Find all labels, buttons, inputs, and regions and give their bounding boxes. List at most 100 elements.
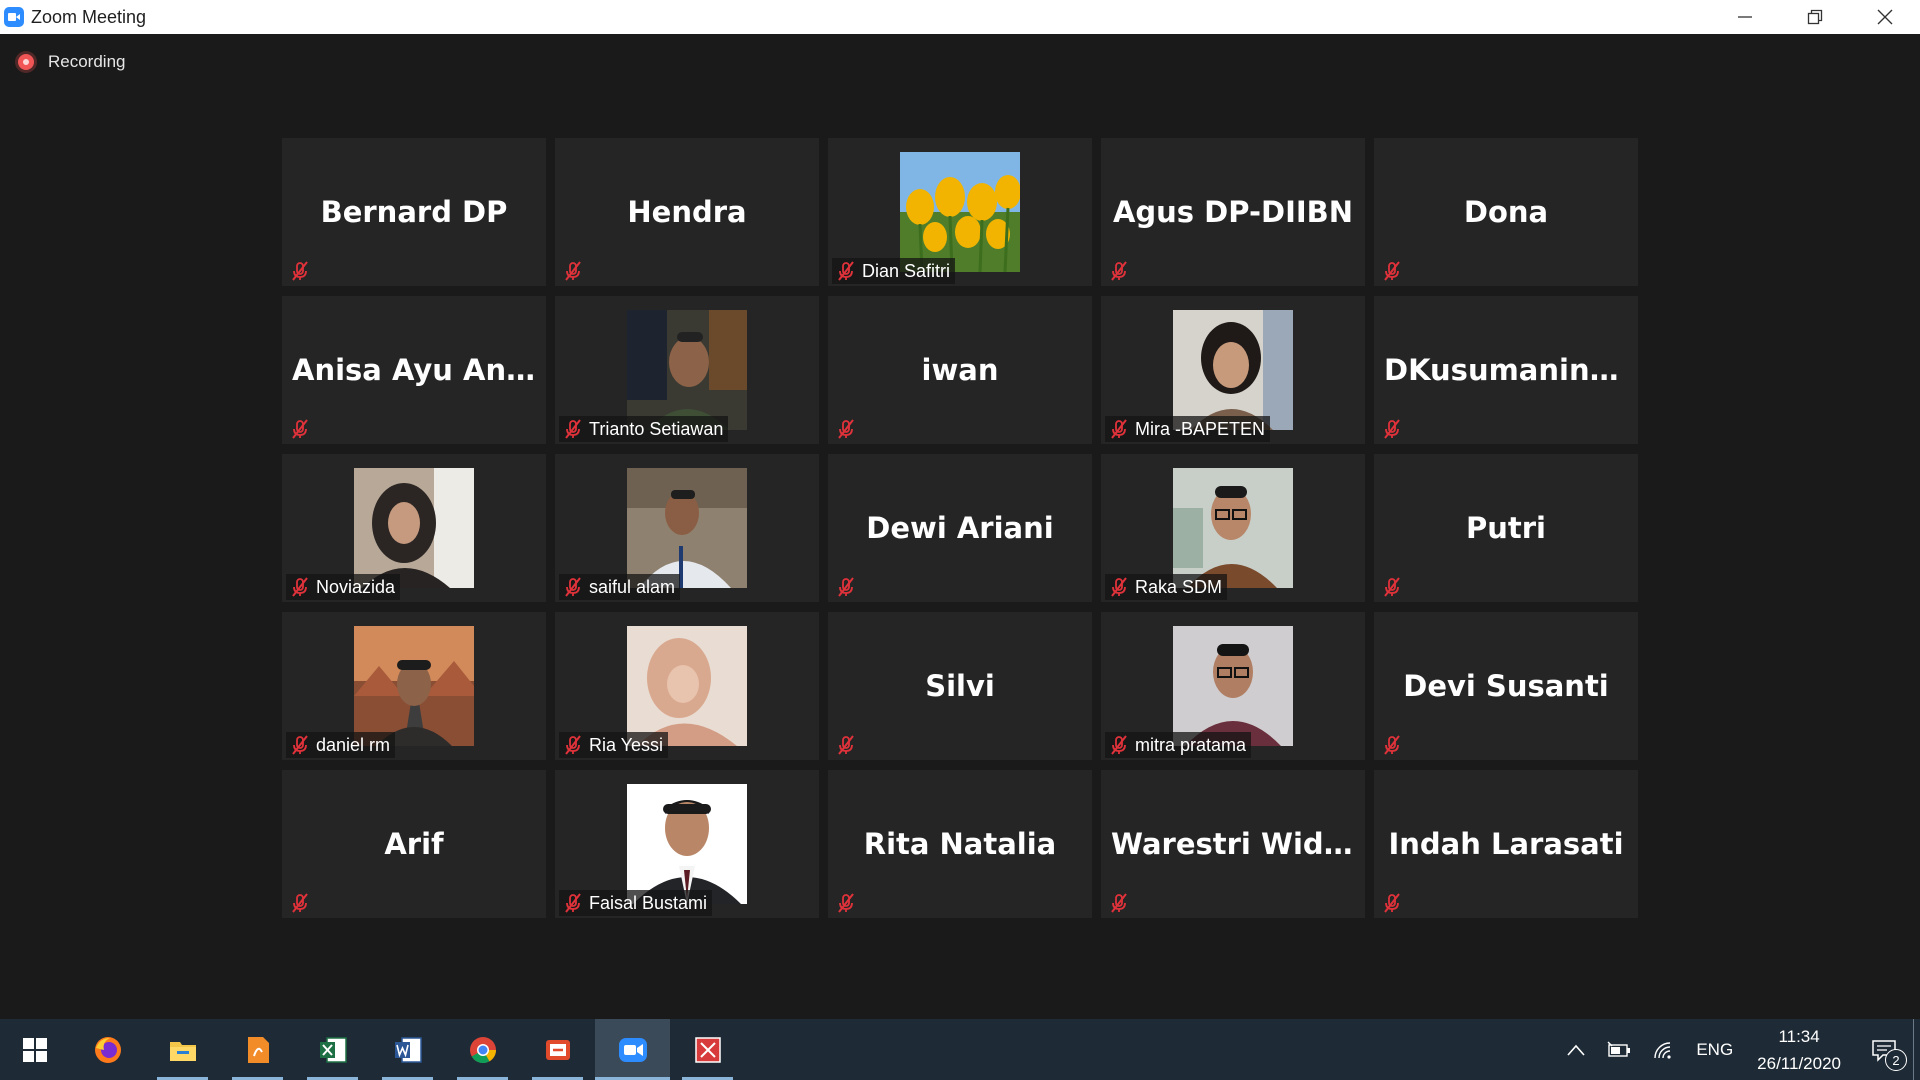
language-indicator[interactable]: ENG — [1686, 1019, 1743, 1080]
participant-tile[interactable]: saiful alam — [555, 454, 819, 602]
taskbar-snipping-button[interactable] — [670, 1019, 745, 1080]
muted-microphone-icon — [1111, 419, 1127, 439]
taskbar-office-button[interactable] — [520, 1019, 595, 1080]
participant-tile[interactable]: Faisal Bustami — [555, 770, 819, 918]
close-button[interactable] — [1850, 0, 1920, 34]
participant-tile[interactable]: Raka SDM — [1101, 454, 1365, 602]
muted-microphone-icon — [838, 261, 854, 281]
participant-tile[interactable]: Rita Natalia — [828, 770, 1092, 918]
windows-taskbar: ENG 11:34 26/11/2020 2 — [0, 1019, 1920, 1080]
participant-footer: Mira -BAPETEN — [1105, 416, 1271, 442]
taskbar-excel-button[interactable] — [295, 1019, 370, 1080]
battery-button[interactable] — [1596, 1019, 1642, 1080]
taskbar-word-button[interactable] — [370, 1019, 445, 1080]
participant-footer: Noviazida — [286, 574, 401, 600]
participant-video — [627, 310, 747, 430]
muted-microphone-icon — [838, 735, 854, 755]
participant-footer: mitra pratama — [1105, 732, 1252, 758]
participant-tile[interactable]: Putri — [1374, 454, 1638, 602]
restore-icon — [1807, 9, 1823, 25]
participant-name-label: Mira -BAPETEN — [1135, 418, 1266, 439]
participant-tile[interactable]: Dian Safitri — [828, 138, 1092, 286]
recording-indicator[interactable]: Recording — [18, 52, 126, 72]
participant-video — [1173, 626, 1293, 746]
participant-tile[interactable]: DKusumaningt... — [1374, 296, 1638, 444]
clock[interactable]: 11:34 26/11/2020 — [1743, 1023, 1855, 1077]
muted-microphone-icon — [1384, 577, 1400, 597]
participant-tile[interactable]: Silvi — [828, 612, 1092, 760]
muted-microphone-icon — [1111, 893, 1127, 913]
office-icon — [545, 1039, 570, 1060]
taskbar-firefox-button[interactable] — [70, 1019, 145, 1080]
participant-tile[interactable]: Mira -BAPETEN — [1101, 296, 1365, 444]
firefox-icon — [94, 1036, 121, 1063]
window-titlebar: Zoom Meeting — [0, 0, 1920, 34]
taskbar-file-explorer-button[interactable] — [145, 1019, 220, 1080]
show-hidden-icons-button[interactable] — [1556, 1019, 1596, 1080]
participant-video — [1173, 310, 1293, 430]
clock-date: 26/11/2020 — [1757, 1053, 1841, 1073]
participant-tile[interactable]: Ria Yessi — [555, 612, 819, 760]
participant-display-name: Dewi Ariani — [828, 454, 1092, 602]
participant-tile[interactable]: Bernard DP — [282, 138, 546, 286]
participant-footer — [1378, 574, 1413, 600]
show-desktop-button[interactable] — [1913, 1019, 1920, 1080]
participant-tile[interactable]: Devi Susanti — [1374, 612, 1638, 760]
taskbar-zoom-button[interactable] — [595, 1019, 670, 1080]
excel-icon — [319, 1036, 347, 1063]
system-tray: ENG 11:34 26/11/2020 2 — [1556, 1019, 1920, 1080]
muted-microphone-icon — [1111, 577, 1127, 597]
participant-tile[interactable]: Hendra — [555, 138, 819, 286]
participant-display-name-text: DKusumaningt... — [1384, 353, 1628, 387]
participant-tile[interactable]: Dona — [1374, 138, 1638, 286]
muted-microphone-icon — [838, 893, 854, 913]
taskbar-chrome-button[interactable] — [445, 1019, 520, 1080]
notification-count: 2 — [1885, 1049, 1907, 1071]
participant-tile[interactable]: Agus DP-DIIBN — [1101, 138, 1365, 286]
windows-logo-icon — [23, 1037, 47, 1062]
participant-video — [627, 468, 747, 588]
muted-microphone-icon — [292, 577, 308, 597]
minimize-button[interactable] — [1710, 0, 1780, 34]
participant-tile[interactable]: Warestri Widiati — [1101, 770, 1365, 918]
participant-footer: Trianto Setiawan — [559, 416, 729, 442]
participant-tile[interactable]: Trianto Setiawan — [555, 296, 819, 444]
participant-name-label: Noviazida — [316, 576, 396, 597]
participant-footer — [832, 732, 867, 758]
taskbar-pdf-editor-button[interactable] — [220, 1019, 295, 1080]
participant-display-name: Indah Larasati — [1374, 770, 1638, 918]
start-button[interactable] — [0, 1019, 70, 1080]
participant-tile[interactable]: Anisa Ayu Anin... — [282, 296, 546, 444]
muted-microphone-icon — [292, 893, 308, 913]
participant-display-name: DKusumaningt... — [1374, 296, 1638, 444]
participant-display-name-text: Warestri Widiati — [1111, 827, 1355, 861]
participant-video — [627, 626, 747, 746]
participant-tile[interactable]: Noviazida — [282, 454, 546, 602]
participant-display-name: Devi Susanti — [1374, 612, 1638, 760]
muted-microphone-icon — [292, 419, 308, 439]
participant-footer — [832, 416, 867, 442]
action-center-button[interactable]: 2 — [1855, 1019, 1913, 1080]
participant-display-name: Arif — [282, 770, 546, 918]
participant-tile[interactable]: mitra pratama — [1101, 612, 1365, 760]
snipping-icon — [694, 1036, 721, 1063]
participant-tile[interactable]: iwan — [828, 296, 1092, 444]
participant-video — [1173, 468, 1293, 588]
participant-tile[interactable]: Indah Larasati — [1374, 770, 1638, 918]
muted-microphone-icon — [565, 735, 581, 755]
participant-display-name-text: Putri — [1465, 511, 1546, 545]
restore-button[interactable] — [1780, 0, 1850, 34]
participant-display-name-text: Bernard DP — [320, 195, 508, 229]
taskbar-apps — [70, 1019, 745, 1080]
participant-gallery: Bernard DP Hendra Dian Safitri Agus DP-DIIB… — [282, 138, 1638, 950]
participant-tile[interactable]: daniel rm — [282, 612, 546, 760]
participant-tile[interactable]: Arif — [282, 770, 546, 918]
muted-microphone-icon — [565, 419, 581, 439]
participant-display-name: Anisa Ayu Anin... — [282, 296, 546, 444]
participant-tile[interactable]: Dewi Ariani — [828, 454, 1092, 602]
participant-display-name: Silvi — [828, 612, 1092, 760]
participant-display-name-text: Anisa Ayu Anin... — [292, 353, 536, 387]
clock-time: 11:34 — [1778, 1026, 1820, 1046]
wifi-button[interactable] — [1642, 1019, 1686, 1080]
zoom-icon — [618, 1037, 647, 1062]
